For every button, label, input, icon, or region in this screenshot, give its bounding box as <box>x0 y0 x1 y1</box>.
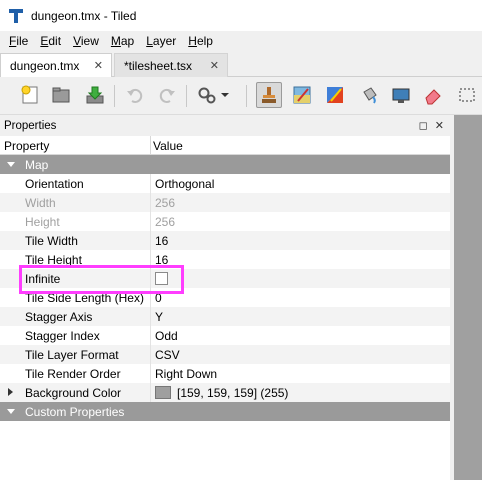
main-toolbar <box>0 77 482 115</box>
property-key: Tile Render Order <box>25 367 121 381</box>
close-icon[interactable]: ✕ <box>94 59 103 72</box>
tiled-app-icon <box>8 8 24 24</box>
property-key: Width <box>25 196 56 210</box>
new-file-icon[interactable] <box>17 82 43 108</box>
property-value[interactable]: Orthogonal <box>155 177 214 191</box>
properties-panel-title: Properties ◻ ✕ <box>0 116 450 136</box>
value-column-header: Value <box>153 139 183 153</box>
row-tile-width[interactable]: Tile Width 16 <box>0 231 450 250</box>
property-value[interactable]: Odd <box>155 329 178 343</box>
property-value[interactable]: 0 <box>155 291 162 305</box>
row-background-color[interactable]: Background Color [159, 159, 159] (255) <box>0 383 450 402</box>
collapse-arrow-icon[interactable] <box>7 409 15 414</box>
property-key: Tile Layer Format <box>25 348 119 362</box>
property-key: Tile Width <box>25 234 78 248</box>
wang-brush-icon[interactable] <box>322 82 348 108</box>
save-icon[interactable] <box>82 82 108 108</box>
toolbar-separator <box>246 85 247 107</box>
collapse-arrow-icon[interactable] <box>7 162 15 167</box>
tab-label: *tilesheet.tsx <box>124 58 193 73</box>
row-stagger-index[interactable]: Stagger Index Odd <box>0 326 450 345</box>
rectangle-select-icon[interactable] <box>454 82 480 108</box>
expand-arrow-icon[interactable] <box>8 388 13 396</box>
row-tile-side-length[interactable]: Tile Side Length (Hex) 0 <box>0 288 450 307</box>
open-folder-icon[interactable] <box>48 82 74 108</box>
window-title: dungeon.tmx - Tiled <box>31 8 137 23</box>
group-label: Map <box>25 158 49 172</box>
menu-layer[interactable]: Layer <box>140 31 182 51</box>
property-value[interactable]: Right Down <box>155 367 217 381</box>
tab-dungeon[interactable]: dungeon.tmx ✕ <box>0 53 112 78</box>
property-key: Height <box>25 215 60 229</box>
tab-label: dungeon.tmx <box>10 59 80 73</box>
property-column-header: Property <box>4 139 50 153</box>
menu-map[interactable]: Map <box>105 31 140 51</box>
property-key: Infinite <box>25 272 61 286</box>
menu-help[interactable]: Help <box>182 31 219 51</box>
color-swatch[interactable] <box>155 386 171 399</box>
toolbar-separator <box>186 85 187 107</box>
row-tile-render-order[interactable]: Tile Render Order Right Down <box>0 364 450 383</box>
bucket-fill-icon[interactable] <box>356 82 382 108</box>
close-icon[interactable]: ✕ <box>210 59 219 72</box>
title-bar: dungeon.tmx - Tiled <box>0 0 482 31</box>
infinite-checkbox[interactable] <box>155 272 168 285</box>
property-value[interactable]: Y <box>155 310 163 324</box>
shape-fill-icon[interactable] <box>388 82 414 108</box>
row-width: Width 256 <box>0 193 450 212</box>
map-view-area[interactable] <box>454 115 482 480</box>
close-panel-icon[interactable]: ✕ <box>435 120 444 132</box>
menu-file[interactable]: File <box>3 31 34 51</box>
undo-icon[interactable] <box>122 82 148 108</box>
row-stagger-axis[interactable]: Stagger Axis Y <box>0 307 450 326</box>
property-key: Tile Side Length (Hex) <box>25 291 144 305</box>
row-height: Height 256 <box>0 212 450 231</box>
menu-edit[interactable]: Edit <box>34 31 67 51</box>
stamp-brush-icon[interactable] <box>256 82 282 108</box>
properties-grid: Property Value Map Orientation Orthogona… <box>0 136 450 480</box>
toolbar-separator <box>114 85 115 107</box>
document-tabs: dungeon.tmx ✕ *tilesheet.tsx ✕ <box>0 51 482 78</box>
property-key: Stagger Index <box>25 329 100 343</box>
menu-view[interactable]: View <box>67 31 105 51</box>
property-value[interactable]: 16 <box>155 253 168 267</box>
eraser-icon[interactable] <box>420 82 446 108</box>
property-value: 256 <box>155 215 176 229</box>
property-key: Tile Height <box>25 253 82 267</box>
property-key: Orientation <box>25 177 84 191</box>
row-orientation[interactable]: Orientation Orthogonal <box>0 174 450 193</box>
gears-icon[interactable] <box>194 82 220 108</box>
row-tile-layer-format[interactable]: Tile Layer Format CSV <box>0 345 450 364</box>
property-value: 256 <box>155 196 176 210</box>
float-panel-icon[interactable]: ◻ <box>419 120 428 132</box>
panel-title-text: Properties <box>4 120 57 132</box>
property-key: Stagger Axis <box>25 310 93 324</box>
redo-icon[interactable] <box>154 82 180 108</box>
chevron-down-icon[interactable] <box>218 82 232 108</box>
group-custom-properties[interactable]: Custom Properties <box>0 402 450 421</box>
property-value[interactable]: 16 <box>155 234 168 248</box>
row-tile-height[interactable]: Tile Height 16 <box>0 250 450 269</box>
row-infinite[interactable]: Infinite <box>0 269 450 288</box>
tab-tilesheet[interactable]: *tilesheet.tsx ✕ <box>114 53 228 77</box>
terrain-brush-icon[interactable] <box>289 82 315 108</box>
property-key: Background Color <box>25 386 122 400</box>
group-map[interactable]: Map <box>0 155 450 174</box>
group-label: Custom Properties <box>25 405 125 419</box>
grid-header: Property Value <box>0 136 450 155</box>
menu-bar: File Edit View Map Layer Help <box>0 31 482 51</box>
property-value[interactable]: [159, 159, 159] (255) <box>177 386 288 400</box>
property-value[interactable]: CSV <box>155 348 180 362</box>
